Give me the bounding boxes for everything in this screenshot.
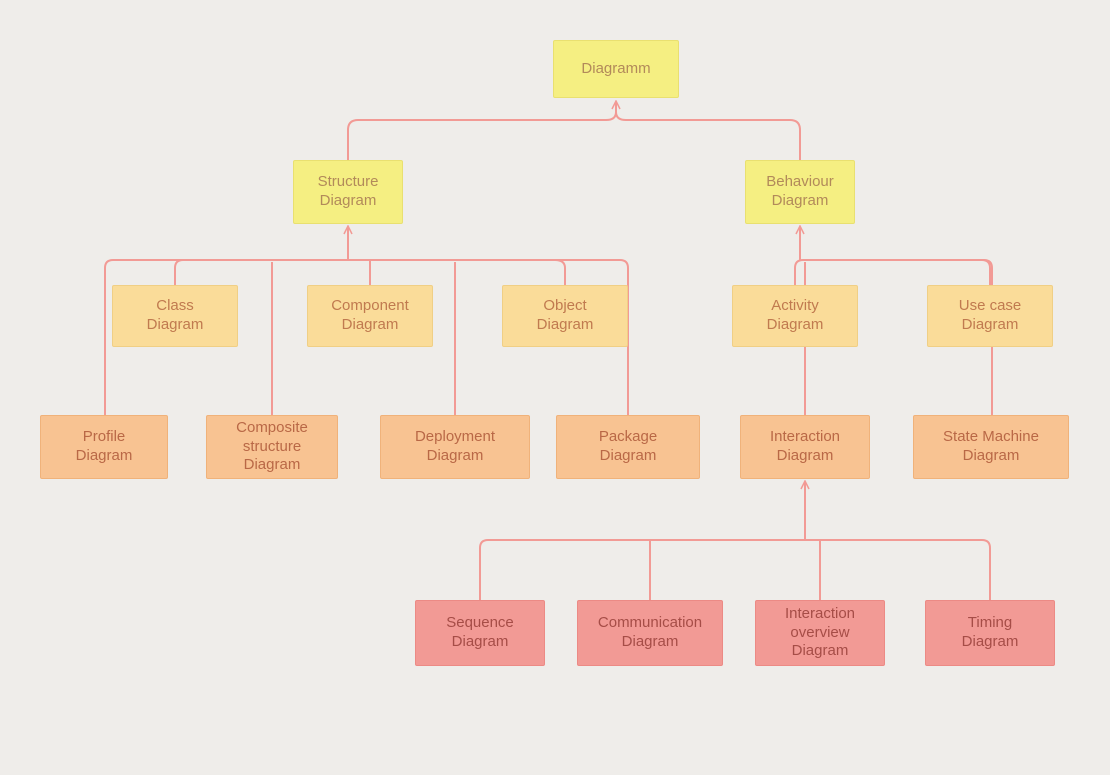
node-label: TimingDiagram — [962, 614, 1019, 652]
node-deployment-diagram: DeploymentDiagram — [380, 415, 530, 479]
node-component-diagram: ComponentDiagram — [307, 285, 433, 347]
node-usecase-diagram: Use caseDiagram — [927, 285, 1053, 347]
node-package-diagram: PackageDiagram — [556, 415, 700, 479]
node-sequence-diagram: SequenceDiagram — [415, 600, 545, 666]
node-class-diagram: ClassDiagram — [112, 285, 238, 347]
node-label: BehaviourDiagram — [766, 173, 834, 211]
node-state-machine-diagram: State MachineDiagram — [913, 415, 1069, 479]
node-profile-diagram: ProfileDiagram — [40, 415, 168, 479]
node-activity-diagram: ActivityDiagram — [732, 285, 858, 347]
node-interaction-overview-diagram: InteractionoverviewDiagram — [755, 600, 885, 666]
node-timing-diagram: TimingDiagram — [925, 600, 1055, 666]
node-label: InteractionoverviewDiagram — [785, 605, 855, 661]
node-label: ObjectDiagram — [537, 297, 594, 335]
node-communication-diagram: CommunicationDiagram — [577, 600, 723, 666]
node-label: InteractionDiagram — [770, 428, 840, 466]
node-label: ClassDiagram — [147, 297, 204, 335]
node-label: Use caseDiagram — [959, 297, 1022, 335]
node-label: State MachineDiagram — [943, 428, 1039, 466]
node-label: CommunicationDiagram — [598, 614, 702, 652]
node-interaction-diagram: InteractionDiagram — [740, 415, 870, 479]
node-label: ProfileDiagram — [76, 428, 133, 466]
node-label: PackageDiagram — [599, 428, 657, 466]
node-structure-diagram: StructureDiagram — [293, 160, 403, 224]
node-label: StructureDiagram — [318, 173, 379, 211]
node-label: CompositestructureDiagram — [236, 419, 308, 475]
node-composite-structure-diagram: CompositestructureDiagram — [206, 415, 338, 479]
node-label: ActivityDiagram — [767, 297, 824, 335]
node-label: ComponentDiagram — [331, 297, 409, 335]
node-object-diagram: ObjectDiagram — [502, 285, 628, 347]
node-label: SequenceDiagram — [446, 614, 514, 652]
node-behaviour-diagram: BehaviourDiagram — [745, 160, 855, 224]
node-label: Diagramm — [581, 60, 650, 79]
node-diagramm: Diagramm — [553, 40, 679, 98]
node-label: DeploymentDiagram — [415, 428, 495, 466]
